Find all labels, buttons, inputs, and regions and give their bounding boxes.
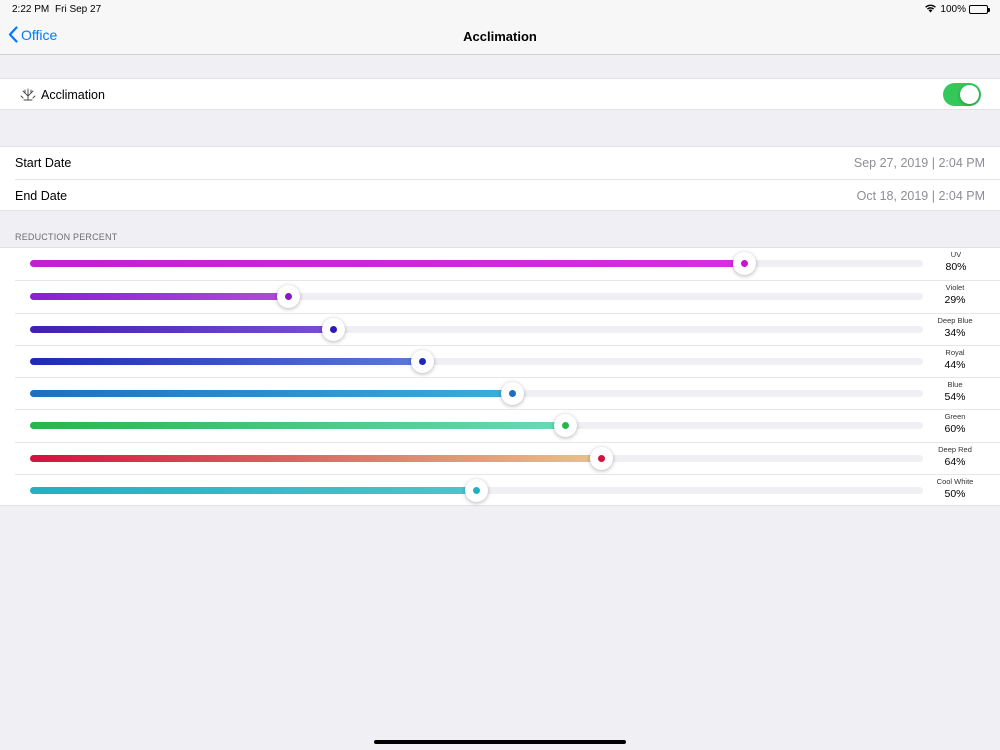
slider-track-uv[interactable] — [30, 252, 923, 275]
slider-thumb-uv[interactable] — [732, 252, 756, 275]
acclimation-row: Acclimation — [0, 78, 1000, 110]
slider-thumb-green[interactable] — [554, 414, 578, 438]
channel-percent: 64% — [944, 455, 966, 468]
slider-thumb-cool-white[interactable] — [465, 479, 488, 503]
slider-track-cool-white[interactable] — [30, 479, 923, 503]
start-date-value: Sep 27, 2019 | 2:04 PM — [853, 156, 985, 170]
channel-percent: 60% — [944, 423, 966, 436]
status-right: 100% — [924, 3, 990, 16]
battery-icon — [969, 5, 990, 14]
battery-percent: 100% — [940, 4, 966, 15]
slider-row-blue: Blue 54% — [15, 377, 1000, 409]
status-bar: 2:22 PM Fri Sep 27 100% — [0, 0, 1000, 20]
channel-readout-cool-white: Cool White 50% — [930, 477, 980, 502]
slider-thumb-deep-red[interactable] — [590, 446, 614, 470]
slider-row-royal: Royal 44% — [15, 344, 1000, 377]
channel-name: UV — [950, 250, 962, 259]
slider-fill-blue — [30, 390, 513, 398]
date-section: Start Date Sep 27, 2019 | 2:04 PM End Da… — [0, 146, 1000, 211]
slider-fill-violet — [30, 293, 289, 301]
channel-name: Deep Red — [938, 444, 972, 454]
end-date-label: End Date — [15, 189, 68, 203]
channel-percent: 54% — [944, 391, 966, 404]
slider-thumb-blue[interactable] — [500, 382, 524, 406]
channel-name: Blue — [947, 380, 963, 390]
status-time: 2:22 PM — [12, 4, 50, 15]
slider-track-deep-red[interactable] — [30, 446, 923, 470]
slider-fill-green — [30, 422, 566, 430]
section-header-reduction: REDUCTION PERCENT — [15, 232, 118, 242]
slider-thumb-deep-blue[interactable] — [322, 317, 346, 341]
channel-name: Violet — [945, 283, 965, 293]
slider-fill-cool-white — [30, 487, 477, 495]
slider-row-cool-white: Cool White 50% — [15, 474, 1000, 506]
slider-track-violet[interactable] — [30, 285, 923, 309]
slider-row-deep-red: Deep Red 64% — [15, 441, 1000, 474]
channel-name: Green — [944, 412, 966, 422]
slider-thumb-dot — [419, 357, 427, 365]
coral-icon — [20, 88, 36, 106]
status-date: Fri Sep 27 — [55, 4, 102, 15]
reduction-sliders: UV 80% Violet 29% Deep Blue 34% Royal 44% Blue 54… — [0, 247, 1000, 506]
channel-percent: 44% — [944, 358, 966, 371]
channel-readout-deep-blue: Deep Blue 34% — [930, 316, 980, 341]
slider-row-violet: Violet 29% — [15, 280, 1000, 312]
channel-readout-deep-red: Deep Red 64% — [930, 445, 980, 470]
wifi-icon — [924, 3, 937, 16]
channel-readout-blue: Blue 54% — [930, 380, 980, 405]
slider-row-deep-blue: Deep Blue 34% — [15, 312, 1000, 345]
slider-track-blue[interactable] — [30, 382, 923, 406]
slider-track-green[interactable] — [30, 414, 923, 438]
end-date-row[interactable]: End Date Oct 18, 2019 | 2:04 PM — [15, 179, 1000, 211]
slider-thumb-dot — [330, 325, 338, 333]
page-title: Acclimation — [463, 29, 537, 44]
slider-track-deep-blue[interactable] — [30, 317, 923, 341]
home-indicator[interactable] — [374, 740, 626, 744]
channel-readout-green: Green 60% — [930, 412, 980, 437]
toggle-knob — [960, 85, 979, 104]
start-date-label: Start Date — [15, 156, 72, 170]
acclimation-toggle[interactable] — [943, 83, 981, 106]
slider-fill-royal — [30, 357, 423, 365]
channel-percent: 29% — [944, 294, 966, 307]
channel-readout-royal: Royal 44% — [930, 348, 980, 373]
acclimation-label: Acclimation — [41, 88, 105, 102]
slider-track-royal[interactable] — [30, 349, 923, 373]
slider-fill-deep-blue — [30, 325, 334, 333]
slider-thumb-dot — [740, 260, 748, 267]
slider-thumb-dot — [285, 293, 293, 301]
slider-row-green: Green 60% — [15, 409, 1000, 441]
channel-percent: 50% — [944, 488, 966, 501]
channel-name: Cool White — [936, 477, 974, 487]
slider-fill-uv — [30, 260, 745, 267]
channel-readout-violet: Violet 29% — [930, 283, 980, 308]
channel-readout-uv: UV 80% — [931, 250, 981, 275]
channel-percent: 34% — [944, 326, 966, 339]
slider-thumb-royal[interactable] — [411, 349, 435, 373]
slider-thumb-dot — [598, 454, 606, 462]
slider-thumb-dot — [562, 422, 570, 430]
start-date-row[interactable]: Start Date Sep 27, 2019 | 2:04 PM — [0, 147, 1000, 179]
channel-name: Royal — [945, 347, 965, 357]
slider-thumb-dot — [473, 487, 480, 495]
nav-bar: Office Acclimation — [0, 20, 1000, 55]
channel-name: Deep Blue — [937, 315, 973, 325]
slider-thumb-violet[interactable] — [277, 285, 301, 309]
channel-percent: 80% — [945, 261, 967, 273]
end-date-value: Oct 18, 2019 | 2:04 PM — [856, 189, 985, 203]
slider-fill-deep-red — [30, 454, 602, 462]
slider-row-uv: UV 80% — [0, 248, 1000, 280]
slider-thumb-dot — [508, 390, 516, 398]
